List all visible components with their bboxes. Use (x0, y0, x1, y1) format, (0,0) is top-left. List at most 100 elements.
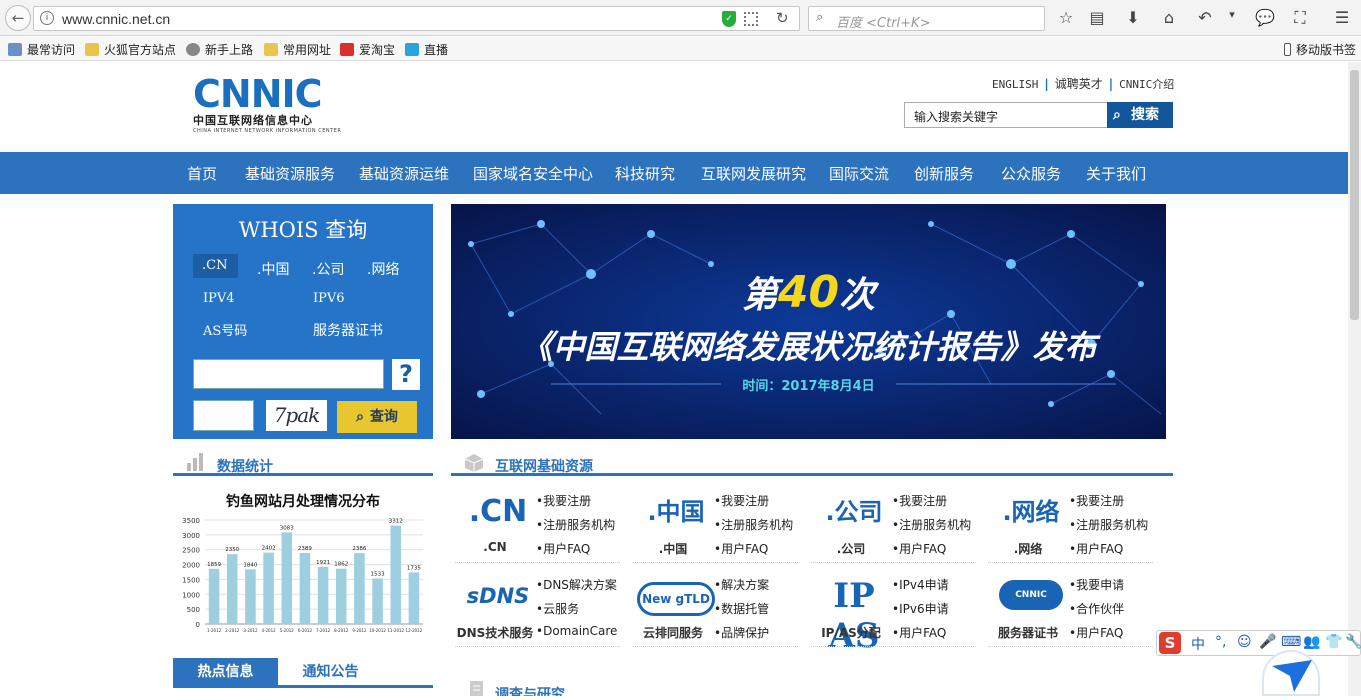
resource-link[interactable]: •我要注册 (714, 492, 793, 516)
resource-link[interactable]: •云服务 (536, 600, 617, 624)
english-link[interactable]: ENGLISH (992, 78, 1038, 91)
resource-logo[interactable]: .CN (459, 492, 537, 532)
bookmark-taobao[interactable]: 爱淘宝 (340, 41, 395, 58)
shield-icon[interactable]: ✓ (722, 11, 736, 27)
careers-link[interactable]: 诚聘英才 (1055, 77, 1103, 91)
undo-icon[interactable]: ↶ (1195, 8, 1215, 27)
resource-link[interactable]: •用户FAQ (536, 540, 615, 564)
ime-punct-toggle[interactable]: °, (1215, 634, 1226, 650)
resource-link[interactable]: •品牌保护 (714, 624, 769, 648)
nav-research[interactable]: 科技研究 (615, 163, 675, 184)
reading-list-icon[interactable]: ▤ (1087, 8, 1107, 27)
crop-icon[interactable]: ⛶ (1290, 8, 1310, 28)
resource-link[interactable]: •用户FAQ (714, 540, 793, 564)
query-button[interactable]: ⌕ 查询 (337, 401, 417, 433)
assistant-widget[interactable] (1262, 650, 1320, 696)
resource-link[interactable]: •用户FAQ (892, 540, 971, 564)
nav-home[interactable]: 首页 (187, 163, 217, 184)
report-banner[interactable]: 第40次 《中国互联网络发展状况统计报告》发布 时间：2017年8月4日 (451, 204, 1166, 439)
whois-tab-as[interactable]: AS号码 (203, 320, 247, 339)
resource-link[interactable]: •用户FAQ (1069, 624, 1124, 648)
site-search-input[interactable]: 输入搜索关键字 (904, 102, 1108, 128)
resource-item[interactable]: CNNIC SECURED 服务器证书 •我要申请 •合作伙伴 •用户FAQ (984, 570, 1162, 654)
resource-link[interactable]: •解决方案 (714, 576, 769, 600)
resource-link[interactable]: •注册服务机构 (1069, 516, 1148, 540)
qr-code-icon[interactable] (744, 12, 758, 26)
resource-logo[interactable]: sDNS (459, 576, 537, 616)
sogou-logo-icon[interactable]: S (1159, 632, 1181, 654)
microphone-icon[interactable]: 🎤 (1259, 634, 1276, 650)
whois-tab-gongsi[interactable]: .公司 (312, 259, 344, 279)
resource-logo[interactable]: New gTLD (637, 582, 715, 616)
site-info-icon[interactable]: i (40, 11, 54, 25)
bookmark-live[interactable]: 直播 (405, 41, 448, 58)
resource-link[interactable]: •IPv6申请 (892, 600, 949, 624)
nav-basic-resource-service[interactable]: 基础资源服务 (245, 163, 335, 184)
home-icon[interactable]: ⌂ (1159, 8, 1179, 27)
nav-international[interactable]: 国际交流 (829, 163, 889, 184)
nav-basic-resource-ops[interactable]: 基础资源运维 (359, 163, 449, 184)
bookmark-firefox-site[interactable]: 火狐官方站点 (85, 41, 176, 58)
url-bar[interactable]: i www.cnnic.net.cn ✓ ↻ (33, 6, 800, 31)
resource-logo[interactable]: CNNIC SECURED (999, 580, 1063, 630)
bookmark-common-sites[interactable]: 常用网址 (264, 41, 331, 58)
bookmark-most-visited[interactable]: 最常访问 (8, 41, 75, 58)
nav-public-service[interactable]: 公众服务 (1001, 163, 1061, 184)
resource-link[interactable]: •合作伙伴 (1069, 600, 1124, 624)
resource-item[interactable]: .网络 .网络 •我要注册 •注册服务机构 •用户FAQ (984, 486, 1162, 570)
resource-item[interactable]: New gTLD 云排同服务 •解决方案 •数据托管 •品牌保护 (629, 570, 807, 654)
resource-link[interactable]: •用户FAQ (1069, 540, 1148, 564)
url-text[interactable]: www.cnnic.net.cn (62, 11, 170, 27)
download-icon[interactable]: ⬇ (1123, 8, 1143, 27)
resource-logo[interactable]: .网络 (992, 492, 1070, 532)
phishing-chart[interactable]: 钓鱼网站月处理情况分布 0 500 1000 1500 2000 2500 3000 3500… (173, 487, 433, 637)
reload-icon[interactable]: ↻ (776, 9, 789, 27)
resource-logo[interactable]: .中国 (637, 492, 715, 532)
chat-icon[interactable]: 💬 (1255, 8, 1275, 27)
whois-tab-cert[interactable]: 服务器证书 (313, 320, 383, 340)
settings-icon[interactable]: 🔧 (1345, 634, 1361, 650)
resource-item[interactable]: .中国 .中国 •我要注册 •注册服务机构 •用户FAQ (629, 486, 807, 570)
whois-tab-ipv4[interactable]: IPV4 (203, 291, 235, 306)
resource-item[interactable]: .公司 .公司 •我要注册 •注册服务机构 •用户FAQ (807, 486, 985, 570)
site-search-button[interactable]: ⌕ 搜索 (1107, 102, 1173, 128)
browser-search-bar[interactable]: ⌕ 百度 <Ctrl+K> (808, 6, 1045, 31)
tab-notices[interactable]: 通知公告 (278, 658, 383, 686)
bookmark-getting-started[interactable]: 新手上路 (186, 41, 253, 58)
resource-logo[interactable]: IP AS (815, 576, 893, 656)
whois-tab-cn[interactable]: .CN (193, 254, 239, 278)
resource-link[interactable]: •IPv4申请 (892, 576, 949, 600)
dropdown-icon[interactable]: ▾ (1222, 8, 1242, 21)
resource-logo[interactable]: .公司 (815, 492, 893, 532)
resource-link[interactable]: •DNS解决方案 (536, 576, 617, 600)
resource-link[interactable]: •DomainCare (536, 624, 617, 648)
resource-link[interactable]: •用户FAQ (892, 624, 949, 648)
resource-link[interactable]: •数据托管 (714, 600, 769, 624)
help-button[interactable]: ? (392, 359, 420, 390)
about-cnnic-link[interactable]: CNNIC介绍 (1119, 78, 1174, 91)
emoji-icon[interactable]: ☺ (1237, 634, 1252, 650)
mobile-bookmarks[interactable]: 移动版书签 (1284, 41, 1356, 58)
resource-link[interactable]: •注册服务机构 (892, 516, 971, 540)
ime-toolbar[interactable]: S 中 °, ☺ 🎤 ⌨ 👥 👕 🔧 (1156, 630, 1361, 656)
star-icon[interactable]: ☆ (1056, 8, 1076, 27)
resource-item[interactable]: sDNS DNS技术服务 •DNS解决方案 •云服务 •DomainCare (451, 570, 629, 654)
tab-hot-news[interactable]: 热点信息 (173, 658, 278, 686)
resource-link[interactable]: •我要注册 (536, 492, 615, 516)
resource-link[interactable]: •我要注册 (892, 492, 971, 516)
nav-about-us[interactable]: 关于我们 (1086, 163, 1146, 184)
resource-item[interactable]: IP AS IP/AS分配 •IPv4申请 •IPv6申请 •用户FAQ (807, 570, 985, 656)
nav-innovation[interactable]: 创新服务 (914, 163, 974, 184)
resource-link[interactable]: •我要申请 (1069, 576, 1124, 600)
whois-tab-ipv6[interactable]: IPV6 (313, 291, 345, 306)
cnnic-logo[interactable]: CNNIC 中国互联网络信息中心 CHINA INTERNET NETWORK … (193, 75, 341, 134)
resource-link[interactable]: •注册服务机构 (536, 516, 615, 540)
resource-item[interactable]: .CN .CN •我要注册 •注册服务机构 •用户FAQ (451, 486, 629, 570)
captcha-input[interactable] (193, 400, 254, 431)
resource-link[interactable]: •注册服务机构 (714, 516, 793, 540)
captcha-image[interactable]: 7pak (266, 400, 327, 431)
users-icon[interactable]: 👥 (1303, 634, 1320, 650)
keyboard-icon[interactable]: ⌨ (1281, 634, 1301, 650)
menu-icon[interactable]: ☰ (1332, 8, 1352, 27)
whois-tab-zhongguo[interactable]: .中国 (257, 259, 289, 279)
